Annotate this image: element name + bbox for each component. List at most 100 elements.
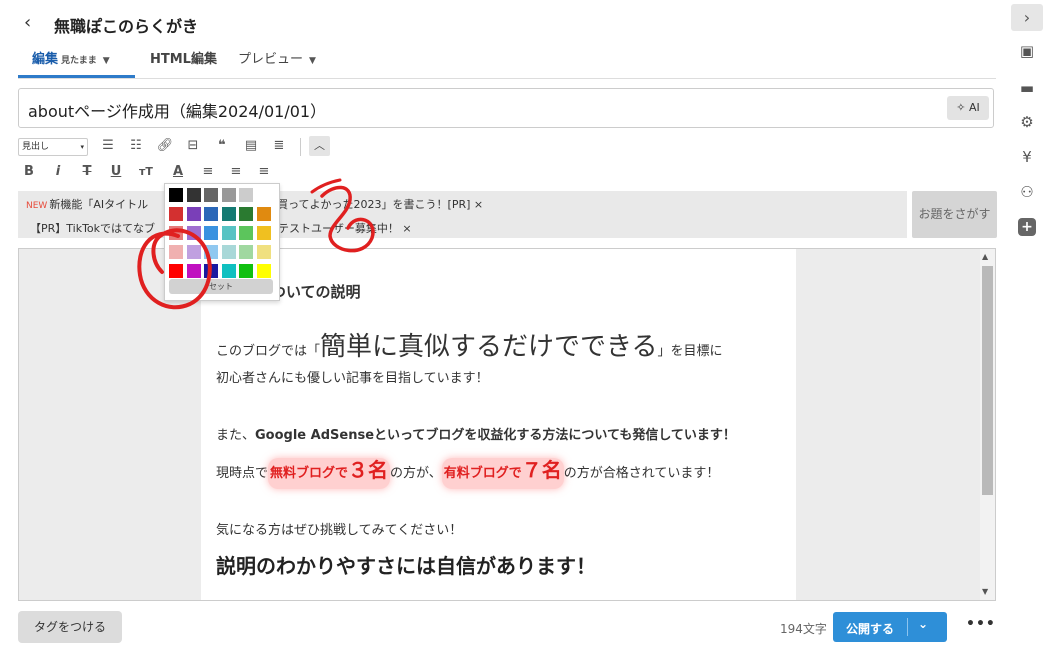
scroll-up-icon[interactable]: ▲: [982, 252, 988, 261]
color-swatch[interactable]: [186, 245, 201, 259]
paid-blog-highlight: 有料ブログで７名: [441, 458, 564, 489]
color-swatch[interactable]: [186, 226, 201, 240]
color-swatch[interactable]: [169, 207, 183, 221]
free-blog-count: ３名: [348, 458, 389, 482]
align-right-icon[interactable]: ≡: [254, 163, 274, 181]
bullet-list-icon[interactable]: ☰: [98, 137, 118, 155]
toolbar-collapse-icon[interactable]: ︿: [309, 136, 330, 156]
tab-html-label: HTML編集: [150, 52, 217, 67]
palette-reset-button[interactable]: セット: [169, 279, 273, 294]
align-left-icon[interactable]: ≡: [198, 163, 218, 181]
new-badge: NEW: [26, 201, 48, 211]
color-swatch[interactable]: [186, 264, 201, 278]
color-swatch[interactable]: [239, 207, 253, 221]
horizontal-rule-icon[interactable]: ⊟: [183, 137, 203, 155]
color-swatch[interactable]: [169, 226, 183, 240]
heading-select[interactable]: 見出し ▾: [18, 138, 88, 156]
tab-html-edit[interactable]: HTML編集: [150, 52, 217, 74]
color-swatch[interactable]: [256, 207, 271, 221]
color-swatch[interactable]: [239, 226, 253, 240]
align-center-icon[interactable]: ≡: [226, 163, 246, 181]
color-swatch[interactable]: [256, 264, 271, 278]
results-paragraph: 現時点で 無料ブログで３名 の方が、 有料ブログで７名 の方が合格されています！: [216, 454, 720, 489]
find-topic-button[interactable]: お題をさがす: [912, 191, 997, 238]
notice-text-2a: 【PR】TikTokではてなブ: [30, 222, 156, 235]
color-swatch[interactable]: [204, 226, 218, 240]
color-swatch[interactable]: [221, 245, 236, 259]
paid-blog-count: ７名: [521, 458, 562, 482]
results-text-c: の方が合格されています！: [563, 466, 720, 481]
color-swatch[interactable]: [256, 226, 271, 240]
dropdown-arrow-icon: ▾: [80, 143, 84, 151]
folder-icon[interactable]: ▬: [1016, 77, 1038, 99]
chevron-down-icon: ▼: [309, 56, 316, 66]
intro-text-a: このブログでは「: [216, 344, 321, 359]
intro-emphasis: 簡単に真似するだけでできる: [320, 332, 658, 362]
color-swatch[interactable]: [239, 245, 253, 259]
add-tag-button[interactable]: タグをつける: [18, 611, 122, 643]
color-swatch[interactable]: [221, 188, 236, 202]
color-swatch[interactable]: [221, 207, 236, 221]
color-swatch[interactable]: [204, 188, 218, 202]
close-icon[interactable]: ×: [474, 198, 483, 211]
gear-icon[interactable]: ⚙: [1016, 111, 1038, 133]
ai-title-button[interactable]: ✧ AI: [947, 96, 989, 120]
color-swatch[interactable]: [204, 245, 218, 259]
tab-preview[interactable]: プレビュー ▼: [238, 52, 316, 74]
plus-icon[interactable]: +: [1018, 218, 1036, 236]
color-swatch[interactable]: [169, 264, 183, 278]
confidence-heading: 説明のわかりやすさには自信があります！: [216, 554, 596, 578]
color-swatch[interactable]: [221, 264, 236, 278]
color-swatch[interactable]: [169, 188, 183, 202]
notice-text-1b: 「買ってよかった2023」を書こう！[PR]: [266, 198, 471, 211]
bold-icon[interactable]: B: [19, 163, 39, 181]
color-swatch[interactable]: [204, 207, 218, 221]
chevron-right-icon[interactable]: ›: [1011, 4, 1043, 31]
chevron-down-icon[interactable]: ⌄: [918, 617, 928, 631]
adsense-text-a: また、: [216, 428, 256, 443]
paragraph-align-icon[interactable]: ≣: [269, 137, 289, 155]
chevron-down-icon: ▼: [102, 56, 110, 66]
free-blog-highlight: 無料ブログで３名: [268, 458, 391, 489]
font-color-icon[interactable]: A: [168, 163, 188, 181]
color-swatch[interactable]: [186, 188, 201, 202]
underline-icon[interactable]: U: [106, 163, 126, 181]
color-swatch[interactable]: [239, 264, 253, 278]
chevron-left-icon[interactable]: ‹: [24, 12, 42, 34]
color-swatch[interactable]: [256, 245, 271, 259]
color-swatch[interactable]: [204, 264, 218, 278]
character-count: 194文字: [780, 622, 827, 636]
strikethrough-icon[interactable]: T: [77, 163, 97, 181]
table-icon[interactable]: ▤: [241, 137, 261, 155]
publish-label[interactable]: 公開する: [846, 620, 894, 637]
numbered-list-icon[interactable]: ☷: [126, 137, 146, 155]
yen-icon[interactable]: ¥: [1016, 146, 1038, 168]
close-icon[interactable]: ×: [402, 222, 411, 235]
quote-icon[interactable]: ❝: [212, 137, 232, 155]
intro-text-b: 」を目標に: [657, 344, 723, 359]
image-icon[interactable]: ▣: [1016, 40, 1038, 62]
color-swatch[interactable]: [221, 226, 236, 240]
color-swatch[interactable]: [186, 207, 201, 221]
beginner-paragraph: 初心者さんにも優しい記事を目指しています！: [216, 371, 489, 386]
blog-title: 無職ぽこのらくがき: [54, 17, 199, 36]
results-text-b: の方が、: [390, 466, 442, 481]
tab-edit-label: 編集: [32, 52, 59, 67]
results-text-a: 現時点で: [216, 466, 269, 481]
free-blog-label: 無料ブログで: [270, 466, 349, 481]
color-swatch[interactable]: [169, 245, 183, 259]
more-options-icon[interactable]: •••: [966, 616, 996, 632]
challenge-paragraph: 気になる方はぜひ挑戦してみてください！: [216, 523, 463, 538]
link-icon[interactable]: 🔗︎: [155, 137, 175, 155]
users-icon[interactable]: ⚇: [1016, 181, 1038, 203]
color-swatch[interactable]: [239, 188, 253, 202]
scroll-down-icon[interactable]: ▼: [982, 587, 988, 596]
editor-scroll-thumb[interactable]: [982, 266, 993, 495]
intro-paragraph: このブログでは「簡単に真似するだけでできる」を目標に: [216, 326, 723, 363]
tab-edit[interactable]: 編集 見たまま ▼: [32, 52, 110, 74]
italic-icon[interactable]: i: [48, 163, 68, 181]
font-size-icon[interactable]: тT: [136, 163, 156, 181]
adsense-paragraph: また、Google AdSenseといってブログを収益化する方法についても発信し…: [216, 424, 736, 443]
tab-preview-label: プレビュー: [238, 52, 304, 67]
paid-blog-label: 有料ブログで: [443, 466, 522, 481]
